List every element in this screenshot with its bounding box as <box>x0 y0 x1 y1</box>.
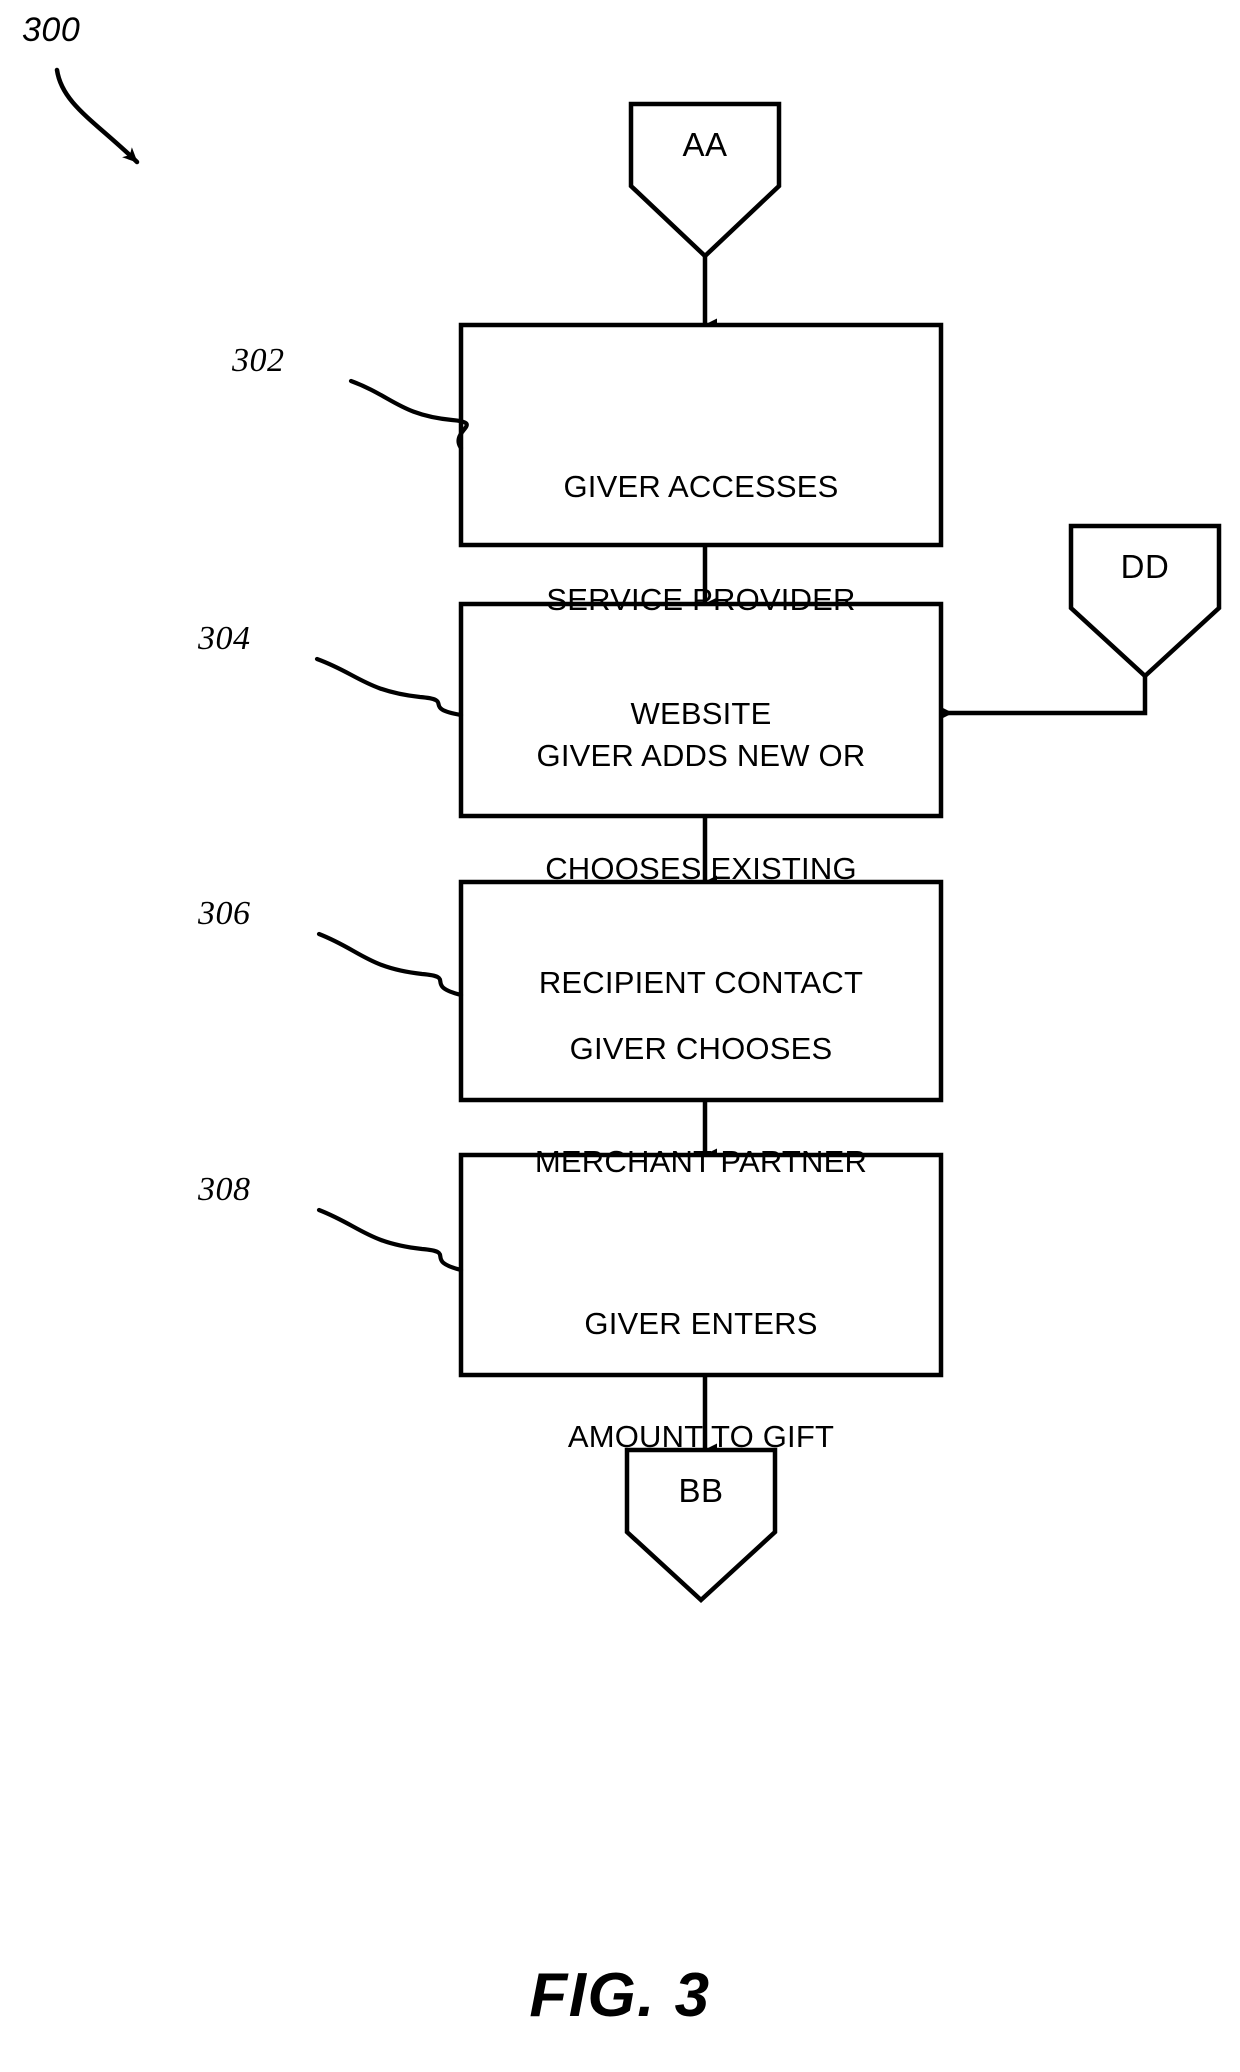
connector-label-dd: DD <box>1120 548 1170 585</box>
process-label-306: GIVER CHOOSES MERCHANT PARTNER <box>461 954 941 1257</box>
figure-number-label: 300 <box>22 11 81 49</box>
ref-leader-308 <box>316 1207 464 1273</box>
process-label-302-line-2: SERVICE PROVIDER <box>546 582 856 618</box>
figure-caption: FIG. 3 <box>529 1961 711 2030</box>
ref-numeral-302: 302 <box>232 342 285 379</box>
ref-numeral-306: 306 <box>198 895 251 932</box>
connector-label-bb: BB <box>678 1472 724 1509</box>
ref-leader-304 <box>314 656 464 718</box>
ref-leader-306 <box>316 931 464 998</box>
process-label-308-line-2: AMOUNT TO GIFT <box>567 1419 835 1455</box>
ref-numeral-308: 308 <box>198 1171 251 1208</box>
patent-figure: 300 AA 302 GIVER ACCESSES SERVICE PROVID… <box>0 0 1240 2072</box>
process-label-304-line-1: GIVER ADDS NEW OR <box>536 737 866 773</box>
edge-dd-to-304 <box>940 676 1148 720</box>
process-label-306-line-2: MERCHANT PARTNER <box>534 1144 868 1180</box>
ref-leader-302 <box>348 378 469 451</box>
process-label-302-line-1: GIVER ACCESSES <box>563 468 839 504</box>
connector-label-aa: AA <box>682 126 728 163</box>
process-label-306-line-1: GIVER CHOOSES <box>569 1030 833 1066</box>
process-label-304-line-2: CHOOSES EXISTING <box>545 851 857 887</box>
process-label-308-line-1: GIVER ENTERS <box>584 1305 818 1341</box>
figure-number-leader <box>54 67 140 165</box>
ref-numeral-304: 304 <box>198 620 251 657</box>
